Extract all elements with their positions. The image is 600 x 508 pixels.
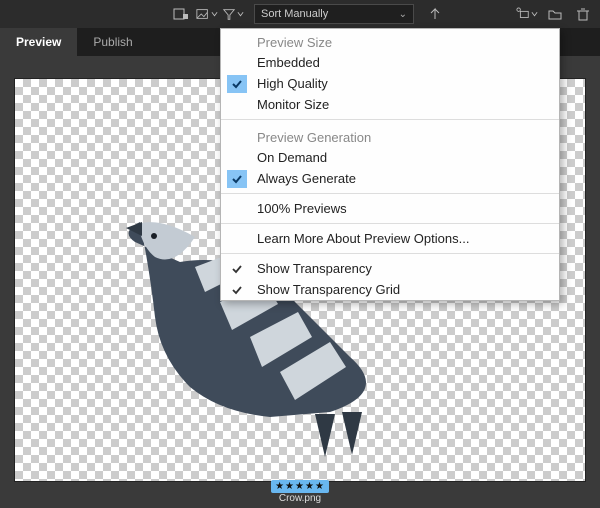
check-icon xyxy=(227,170,247,188)
menu-high-quality[interactable]: High Quality xyxy=(221,73,559,94)
menu-separator xyxy=(221,223,559,224)
menu-item-label: 100% Previews xyxy=(257,201,347,216)
menu-separator xyxy=(221,253,559,254)
menu-separator xyxy=(221,193,559,194)
menu-on-demand[interactable]: On Demand xyxy=(221,147,559,168)
thumbnail-locked-icon[interactable] xyxy=(170,3,192,25)
filename-label: Crow.png xyxy=(279,493,321,504)
tab-label: Preview xyxy=(16,35,61,49)
chevron-down-icon: ⌄ xyxy=(399,9,407,20)
menu-item-label: High Quality xyxy=(257,76,328,91)
menu-section-preview-generation: Preview Generation xyxy=(221,124,559,147)
rating-badge[interactable]: ★★★★★ xyxy=(271,480,329,493)
toolbar-right-group xyxy=(516,3,594,25)
menu-item-label: Show Transparency Grid xyxy=(257,282,400,297)
open-recent-button[interactable] xyxy=(516,3,538,25)
menu-item-label: Learn More About Preview Options... xyxy=(257,231,469,246)
sort-label: Sort Manually xyxy=(261,8,328,20)
tab-label: Publish xyxy=(93,35,132,49)
menu-learn-more[interactable]: Learn More About Preview Options... xyxy=(221,228,559,249)
check-icon xyxy=(227,260,247,278)
menu-show-transparency[interactable]: Show Transparency xyxy=(221,258,559,279)
filter-button[interactable] xyxy=(222,3,244,25)
menu-item-label: Always Generate xyxy=(257,171,356,186)
tab-preview[interactable]: Preview xyxy=(0,28,77,56)
tab-publish[interactable]: Publish xyxy=(77,28,148,56)
menu-separator xyxy=(221,119,559,120)
trash-button[interactable] xyxy=(572,3,594,25)
menu-embedded[interactable]: Embedded xyxy=(221,52,559,73)
menu-item-label: Embedded xyxy=(257,55,320,70)
menu-item-label: On Demand xyxy=(257,150,327,165)
check-icon xyxy=(227,281,247,299)
menu-always-generate[interactable]: Always Generate xyxy=(221,168,559,189)
check-icon xyxy=(227,75,247,93)
menu-monitor-size[interactable]: Monitor Size xyxy=(221,94,559,115)
top-toolbar: Sort Manually ⌄ xyxy=(0,0,600,28)
sort-dropdown[interactable]: Sort Manually ⌄ xyxy=(254,4,414,24)
preview-options-menu: Preview Size Embedded High Quality Monit… xyxy=(220,28,560,301)
menu-show-transparency-grid[interactable]: Show Transparency Grid xyxy=(221,279,559,300)
thumbnail-options-button[interactable] xyxy=(196,3,218,25)
menu-100-previews[interactable]: 100% Previews xyxy=(221,198,559,219)
sort-ascending-button[interactable] xyxy=(424,3,446,25)
filename-bar: ★★★★★ Crow.png xyxy=(0,480,600,504)
menu-section-preview-size: Preview Size xyxy=(221,29,559,52)
menu-item-label: Show Transparency xyxy=(257,261,372,276)
menu-item-label: Monitor Size xyxy=(257,97,329,112)
new-folder-button[interactable] xyxy=(544,3,566,25)
